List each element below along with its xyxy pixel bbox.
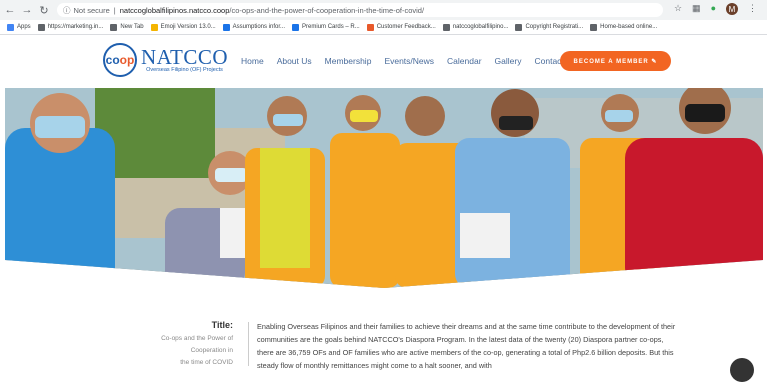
- reload-icon[interactable]: ↻: [37, 4, 51, 17]
- scroll-to-top-button[interactable]: [730, 358, 754, 382]
- info-icon[interactable]: ⓘ: [63, 5, 71, 16]
- bookmark-label: New Tab: [120, 24, 144, 30]
- bookmark-star-icon[interactable]: ☆: [674, 3, 682, 15]
- logo-name: NATCCO: [141, 45, 229, 69]
- hero-illustration: [5, 88, 763, 288]
- nav-item-membership[interactable]: Membership: [325, 56, 372, 66]
- nav-item-gallery[interactable]: Gallery: [495, 56, 522, 66]
- bookmark-label: Customer Feedback...: [376, 24, 436, 30]
- bookmark-icon: [37, 23, 45, 31]
- bookmark-item[interactable]: Home-based online...: [590, 23, 658, 31]
- bookmark-icon: [110, 23, 118, 31]
- back-icon[interactable]: ←: [3, 4, 17, 16]
- hero-photo: [5, 88, 763, 288]
- url-host: natccoglobalfilipinos.natcco.coop: [119, 5, 230, 15]
- site-header: co op NATCCO Overseas Filipino (OF) Proje…: [0, 35, 767, 88]
- bookmark-item[interactable]: Apps: [7, 23, 31, 31]
- article-title-line-1: Co-ops and the Power of Cooperation in: [161, 335, 233, 354]
- forward-icon[interactable]: →: [20, 4, 34, 16]
- extension-icon[interactable]: ▦: [692, 3, 701, 15]
- url-path: /co-ops-and-the-power-of-cooperation-in-…: [229, 5, 425, 15]
- nav-item-calendar[interactable]: Calendar: [447, 56, 482, 66]
- nav-item-events-news[interactable]: Events/News: [384, 56, 434, 66]
- address-bar[interactable]: ⓘ Not secure | natccoglobalfilipinos.nat…: [57, 3, 663, 17]
- article-body: Enabling Overseas Filipinos and their fa…: [257, 322, 676, 370]
- bookmark-item[interactable]: Premium Cards – R...: [292, 23, 360, 31]
- bookmark-icon: [7, 23, 14, 31]
- logo-mark-op: op: [119, 53, 135, 67]
- url-separator: |: [113, 5, 116, 15]
- bookmark-icon: [222, 23, 230, 31]
- natcco-logo[interactable]: co op NATCCO Overseas Filipino (OF) Proje…: [103, 43, 228, 77]
- toolbar-right: ☆ ▦ ● M ⋮: [674, 3, 757, 15]
- bookmark-icon: [292, 23, 300, 31]
- title-label: Title:: [211, 320, 233, 330]
- divider: [248, 322, 249, 366]
- logo-mark-co: co: [105, 53, 120, 67]
- nav-item-about-us[interactable]: About Us: [277, 56, 312, 66]
- bookmark-label: Emoji Version 13.0...: [160, 24, 216, 30]
- bookmark-icon: [442, 23, 450, 31]
- bookmark-label: natccoglobalfilipino...: [452, 24, 509, 30]
- bookmarks-bar: Apps https://marketing.in... New Tab Emoji …: [0, 20, 767, 35]
- profile-avatar[interactable]: M: [726, 3, 738, 15]
- bookmark-item[interactable]: natccoglobalfilipino...: [442, 23, 509, 31]
- logo-subtitle: Overseas Filipino (OF) Projects: [146, 67, 223, 73]
- bookmark-label: Home-based online...: [600, 24, 658, 30]
- browser-toolbar: ← → ↻ ⓘ Not secure | natccoglobalfilipin…: [0, 0, 767, 20]
- security-label: Not secure: [73, 5, 110, 15]
- become-member-button[interactable]: BECOME A MEMBER ✎: [560, 51, 671, 71]
- bookmark-icon: [150, 23, 158, 31]
- bookmark-label: https://marketing.in...: [47, 24, 104, 30]
- article-title: Co-ops and the Power of Cooperation in t…: [155, 333, 233, 369]
- bookmark-item[interactable]: https://marketing.in...: [37, 23, 104, 31]
- bookmark-item[interactable]: Emoji Version 13.0...: [150, 23, 216, 31]
- main-nav: Home About Us Membership Events/News Calenda…: [241, 56, 577, 66]
- bookmark-label: Premium Cards – R...: [302, 24, 360, 30]
- bookmark-item[interactable]: Customer Feedback...: [366, 23, 436, 31]
- bookmark-item[interactable]: Assumptions infor...: [222, 23, 286, 31]
- bookmark-item[interactable]: Copyright Registrati...: [515, 23, 584, 31]
- bookmark-label: Copyright Registrati...: [525, 24, 584, 30]
- bookmark-icon: [366, 23, 374, 31]
- article-title-block: Title: Co-ops and the Power of Cooperati…: [155, 320, 233, 369]
- bookmark-item[interactable]: New Tab: [110, 23, 144, 31]
- extension-green-icon[interactable]: ●: [711, 3, 716, 15]
- bookmark-icon: [590, 23, 598, 31]
- article-title-line-2: the time of COVID: [180, 359, 233, 366]
- nav-item-home[interactable]: Home: [241, 56, 264, 66]
- bookmark-icon: [515, 23, 523, 31]
- menu-icon[interactable]: ⋮: [748, 3, 757, 15]
- coop-logo-mark: co op: [103, 43, 137, 77]
- bookmark-label: Assumptions infor...: [232, 24, 286, 30]
- bookmark-label: Apps: [17, 24, 31, 30]
